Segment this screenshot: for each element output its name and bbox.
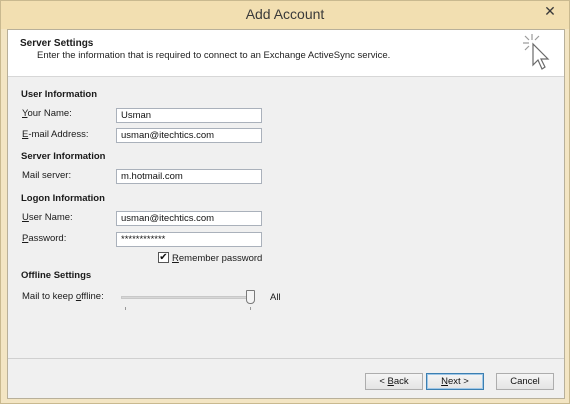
close-button[interactable]: ✕: [537, 1, 563, 21]
user-name-input[interactable]: usman@itechtics.com: [116, 211, 262, 226]
email-address-input[interactable]: usman@itechtics.com: [116, 128, 262, 143]
your-name-label: Your Name:: [22, 108, 72, 119]
offline-slider-value: All: [270, 292, 281, 303]
section-user-information: User Information: [21, 89, 98, 100]
your-name-input[interactable]: Usman: [116, 108, 262, 123]
slider-tick-min: [125, 307, 126, 310]
cursor-sparkle-icon: [523, 34, 550, 70]
offline-slider-track[interactable]: [121, 296, 255, 299]
title-bar: Add Account ✕: [1, 1, 569, 29]
remember-password-label[interactable]: Remember password: [172, 253, 262, 264]
add-account-window: Add Account ✕ Server Settings Enter the …: [0, 0, 570, 404]
mail-server-label: Mail server:: [22, 170, 72, 181]
offline-slider-thumb[interactable]: [246, 290, 255, 304]
mail-offline-label: Mail to keep offline:: [22, 291, 104, 302]
window-title: Add Account: [245, 6, 325, 22]
footer-divider: [8, 358, 564, 359]
dialog-body: Server Settings Enter the information th…: [7, 29, 565, 399]
close-icon: ✕: [544, 2, 556, 19]
email-address-label: E-mail Address:: [22, 129, 89, 140]
cancel-button[interactable]: Cancel: [496, 373, 554, 390]
back-button[interactable]: < Back: [365, 373, 423, 390]
next-button[interactable]: Next >: [426, 373, 484, 390]
section-logon-information: Logon Information: [21, 193, 105, 204]
mail-server-input[interactable]: m.hotmail.com: [116, 169, 262, 184]
section-offline-settings: Offline Settings: [21, 270, 92, 281]
header-subtitle: Enter the information that is required t…: [37, 50, 391, 61]
password-input[interactable]: ************: [116, 232, 262, 247]
user-name-label: User Name:: [22, 212, 73, 223]
section-server-information: Server Information: [21, 151, 106, 162]
header-title: Server Settings: [20, 38, 94, 49]
password-label: Password:: [22, 233, 67, 244]
remember-password-checkbox[interactable]: ✔: [158, 252, 169, 263]
slider-tick-max: [250, 307, 251, 310]
header-panel: Server Settings Enter the information th…: [8, 30, 564, 77]
